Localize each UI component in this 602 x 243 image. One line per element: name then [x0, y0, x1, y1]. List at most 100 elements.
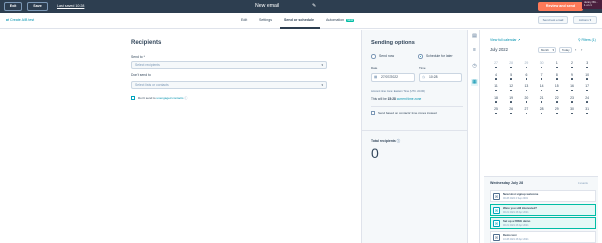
view-full-calendar-link[interactable]: View full calendar ↗ [490, 38, 520, 42]
send-to-label: Send to * [131, 55, 145, 59]
agenda-event[interactable]: ✉ Were you still interested? 00:21 2021 28… [490, 203, 596, 216]
calendar-day[interactable]: 12 [505, 84, 517, 88]
event-dot-icon [495, 66, 497, 69]
unengaged-checkbox[interactable] [131, 96, 135, 100]
exit-button[interactable]: Exit [4, 2, 22, 11]
calendar-day[interactable]: 30 [566, 107, 578, 111]
event-dot-icon [540, 112, 543, 115]
month-view-select[interactable]: Month ▾ [538, 47, 556, 53]
calendar-day[interactable]: 25 [490, 107, 502, 111]
calendar-day[interactable]: 21 [536, 96, 548, 100]
clock-icon[interactable]: ◷ [471, 63, 478, 70]
calendar-day[interactable]: 3 [581, 61, 593, 65]
event-dot-icon [525, 112, 528, 115]
time-zone-checkbox[interactable] [371, 111, 375, 115]
top-bar: Exit Save Last saved 10:28 New email ✎ R… [0, 0, 602, 13]
calendar-day[interactable]: 6 [520, 73, 532, 77]
review-and-send-button[interactable]: Review and send [538, 2, 583, 11]
caret-down-icon: ▾ [321, 63, 323, 67]
calendar-day[interactable]: 26 [505, 107, 517, 111]
calendar-day[interactable]: 11 [490, 84, 502, 88]
prev-month-icon[interactable]: ‹ [575, 47, 576, 52]
date-input[interactable]: ▦ 27/07/2022 [371, 73, 415, 82]
calendar-day[interactable]: 18 [490, 96, 502, 100]
agenda-event[interactable]: ✉ New Host signup welcome 00:28 2022 2 Sep… [490, 190, 596, 202]
calendar-day[interactable]: 20 [520, 96, 532, 100]
calendar-day[interactable]: 24 [581, 96, 593, 100]
calendar-day[interactable]: 27 [520, 106, 532, 112]
calendar-day[interactable]: 31 [581, 107, 593, 111]
view-full-calendar-label: View full calendar [490, 38, 517, 42]
calendar-day[interactable]: 1 [551, 61, 563, 65]
event-dot-icon [540, 89, 543, 92]
details-icon[interactable]: ▤ [471, 33, 478, 40]
event-dot-icon [510, 112, 512, 115]
calendar-day[interactable]: 29 [520, 61, 532, 65]
current-time-zone-link[interactable]: current time zone [397, 97, 422, 101]
event-title: Set up a FREE demo [503, 219, 531, 223]
tab-settings[interactable]: Settings [259, 18, 272, 22]
event-dot-icon [556, 112, 558, 115]
create-ab-test-link[interactable]: ⇄ Create A/B test [6, 18, 34, 22]
create-ab-test-label: Create A/B test [10, 18, 35, 22]
time-input[interactable]: ◷ 10:28 [419, 73, 462, 82]
send-to-select[interactable]: Select recipients ▾ [131, 61, 327, 69]
calendar-day[interactable]: 28 [536, 107, 548, 111]
tab-send-or-schedule[interactable]: Send or schedule [284, 18, 314, 22]
active-tab-indicator [280, 27, 320, 29]
email-icon: ✉ [493, 233, 500, 241]
agenda-event[interactable]: ✉ Set up a FREE demo 00:21 2021 28 Apr 202… [490, 217, 596, 229]
schedule-later-radio[interactable] [418, 54, 423, 59]
filters-label: Filters (1) [581, 38, 596, 42]
event-dot-icon [510, 78, 512, 80]
dont-send-to-select[interactable]: Select lists or contacts ▾ [131, 81, 327, 89]
calendar-icon[interactable]: ▦ [471, 79, 478, 86]
calendar-day[interactable]: 7 [536, 73, 548, 77]
calendar-day[interactable]: 27 [490, 61, 502, 65]
calendar-day[interactable]: 16 [566, 84, 578, 88]
time-label: Time [419, 66, 426, 70]
calendar-day[interactable]: 17 [581, 84, 593, 88]
calendar-day[interactable]: 8 [551, 73, 563, 77]
agenda-event[interactable]: ✉ Demo test 10:28 2021 28 Apr 2021 [490, 230, 596, 243]
calendar-day[interactable]: 23 [566, 96, 578, 100]
event-dot-icon [510, 101, 512, 103]
calendar-day[interactable]: 14 [536, 84, 548, 88]
tab-edit[interactable]: Edit [241, 18, 247, 22]
calendar-day[interactable]: 22 [551, 96, 563, 100]
actions-button[interactable]: Actions ▾ [573, 16, 597, 24]
calendar-icon: ▦ [374, 75, 378, 79]
event-title: New Host signup welcome [503, 192, 539, 196]
event-dot-icon [571, 89, 573, 92]
calendar-day[interactable]: 28 [505, 61, 517, 65]
save-button[interactable]: Save [27, 2, 48, 11]
calendar-day[interactable]: 13 [520, 84, 532, 88]
tab-automation[interactable]: Automation NEW [326, 18, 355, 22]
send-now-radio[interactable] [371, 54, 376, 59]
calendar-day[interactable]: 29 [551, 107, 563, 111]
list-icon[interactable]: ≡ [471, 47, 478, 54]
pencil-icon[interactable]: ✎ [312, 3, 316, 9]
unengaged-prefix: Don't send to [138, 96, 156, 100]
calendar-day[interactable]: 10 [581, 73, 593, 77]
calendar-day[interactable]: 4 [490, 73, 502, 77]
calendar-day[interactable]: 15 [551, 84, 563, 88]
calendar-day[interactable]: 30 [536, 61, 548, 65]
email-icon: ✉ [493, 206, 500, 214]
user-tooltip: Jenny Wi... 1 on 1 [582, 0, 602, 9]
filters-link[interactable]: ⚲ Filters (1) [578, 38, 596, 42]
caret-down-icon: ▾ [321, 83, 323, 87]
calendar-day[interactable]: 19 [505, 96, 517, 100]
send-to-placeholder: Select recipients [135, 63, 160, 67]
calendar-day[interactable]: 5 [505, 73, 517, 77]
event-dot-icon [586, 89, 588, 92]
last-saved-link[interactable]: Last saved 10:28 [57, 4, 84, 8]
unengaged-contacts-link[interactable]: unengaged contacts [156, 96, 183, 100]
today-button[interactable]: Today [559, 47, 572, 53]
event-dot-icon [510, 89, 512, 92]
next-month-icon[interactable]: › [581, 47, 582, 52]
calendar-day[interactable]: 2 [566, 61, 578, 65]
calendar-day[interactable]: 9 [566, 73, 578, 77]
time-value: 10:28 [429, 75, 438, 79]
send-test-email-button[interactable]: Send test email [538, 16, 568, 24]
